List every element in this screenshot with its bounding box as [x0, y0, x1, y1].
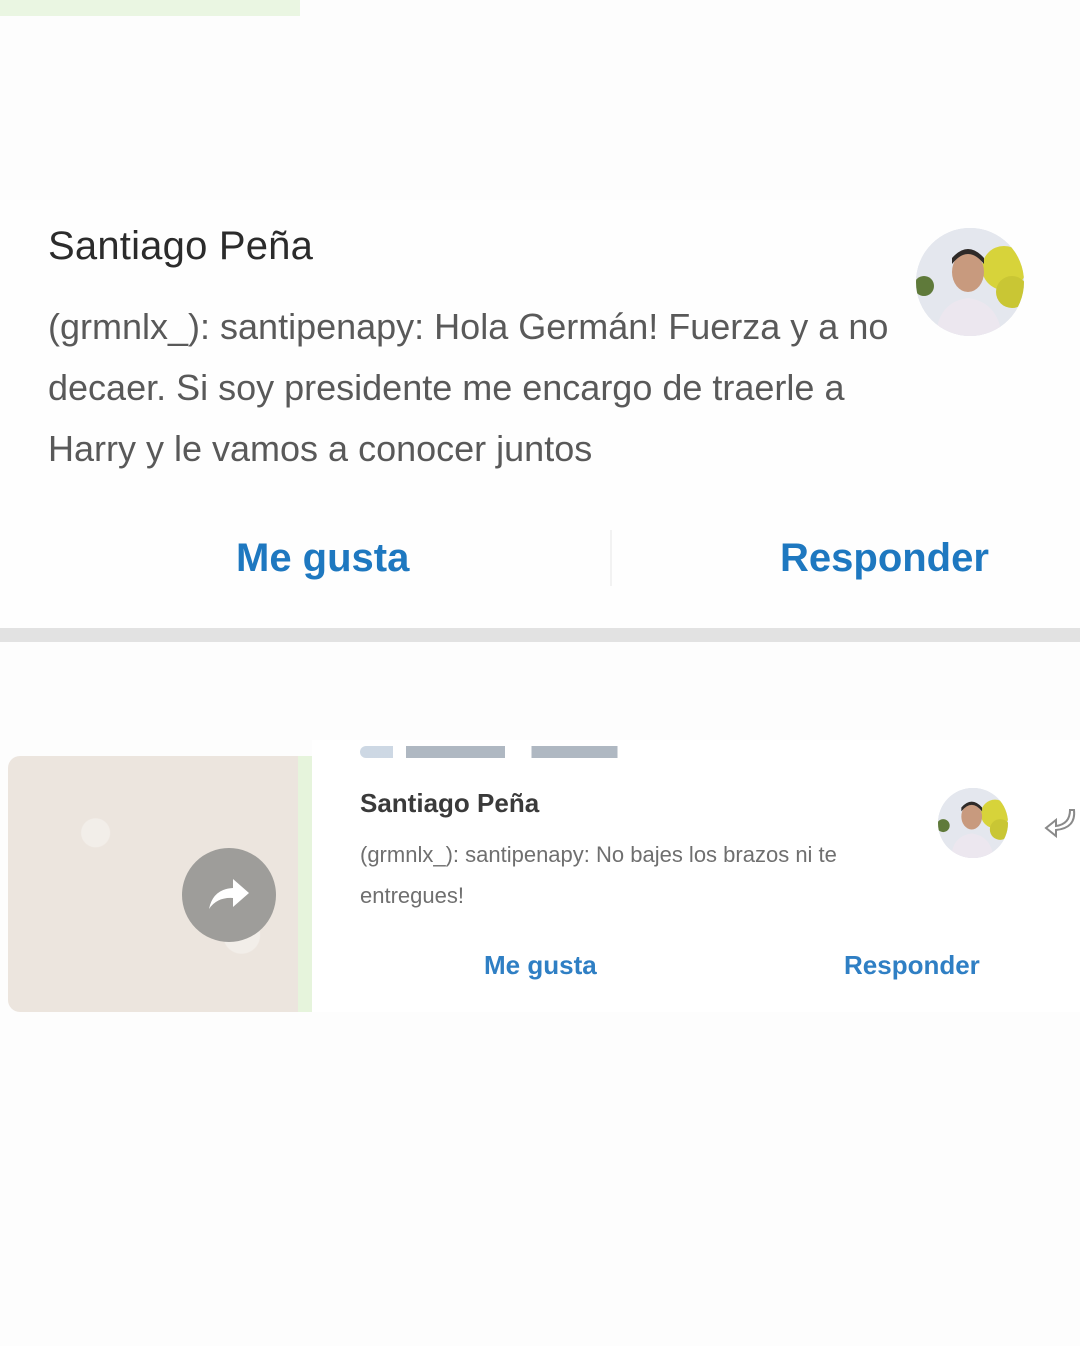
comment-text: (grmnlx_): santipenapy: Hola Germán! Fue…	[48, 306, 889, 469]
reply-button[interactable]: Responder	[844, 950, 980, 981]
like-button[interactable]: Me gusta	[236, 536, 409, 581]
chat-background	[8, 756, 300, 1012]
comment-notification-small[interactable]: Santiago Peña (grmnlx_): santipenapy: No…	[312, 740, 1080, 1012]
reply-arrow-icon[interactable]	[1042, 806, 1078, 842]
section-divider	[0, 628, 1080, 642]
profile-photo-icon[interactable]	[938, 788, 1008, 858]
message-bubble-edge	[298, 756, 312, 1012]
reply-button[interactable]: Responder	[780, 536, 989, 581]
action-bar: Me gusta Responder	[0, 530, 1080, 590]
top-green-strip	[0, 0, 300, 16]
comment-notification-large: Santiago Peña (grmnlx_): santipenapy: Ho…	[0, 200, 1080, 630]
sender-name: Santiago Peña	[360, 788, 540, 818]
forward-arrow-icon[interactable]	[182, 848, 276, 942]
notification-screenshot: Santiago Peña (grmnlx_): santipenapy: Ho…	[0, 0, 1080, 1346]
sender-name: Santiago Peña	[48, 224, 314, 268]
action-divider	[610, 530, 612, 586]
comment-text: (grmnlx_): santipenapy: No bajes los bra…	[360, 842, 837, 908]
like-button[interactable]: Me gusta	[484, 950, 597, 981]
profile-photo-icon[interactable]	[916, 228, 1024, 336]
app-header-faded	[360, 746, 690, 758]
